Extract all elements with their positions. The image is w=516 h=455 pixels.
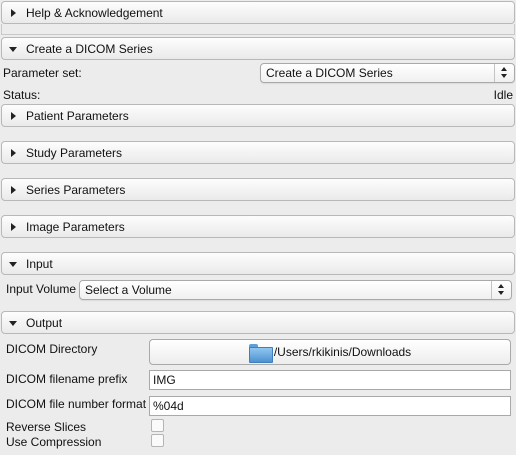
section-input[interactable]: Input — [1, 252, 515, 275]
updown-arrows-icon — [494, 64, 514, 82]
dicom-directory-label: DICOM Directory — [6, 342, 98, 356]
section-image-label: Image Parameters — [26, 219, 125, 234]
collapsed-arrow-icon — [8, 111, 20, 121]
section-help-label: Help & Acknowledgement — [26, 5, 163, 20]
section-image-parameters[interactable]: Image Parameters — [1, 215, 515, 238]
reverse-slices-label: Reverse Slices — [6, 420, 87, 434]
section-patient-label: Patient Parameters — [26, 108, 129, 123]
filename-prefix-value: IMG — [153, 373, 176, 387]
updown-arrows-icon — [491, 281, 511, 299]
parameter-set-select[interactable]: Create a DICOM Series — [260, 63, 515, 83]
section-patient-parameters[interactable]: Patient Parameters — [1, 104, 515, 127]
expanded-arrow-icon — [8, 318, 20, 328]
dicom-directory-value: /Users/rkikinis/Downloads — [273, 345, 412, 359]
collapsed-arrow-icon — [8, 148, 20, 158]
use-compression-checkbox[interactable] — [151, 434, 164, 447]
filename-prefix-field[interactable]: IMG — [149, 370, 511, 390]
section-input-label: Input — [26, 256, 53, 271]
file-number-format-field[interactable]: %04d — [149, 396, 511, 416]
dicom-directory-button[interactable]: /Users/rkikinis/Downloads — [149, 339, 511, 365]
expanded-arrow-icon — [8, 259, 20, 269]
section-study-parameters[interactable]: Study Parameters — [1, 141, 515, 164]
section-output-label: Output — [26, 315, 63, 330]
input-volume-select[interactable]: Select a Volume — [79, 280, 512, 300]
section-series-label: Series Parameters — [26, 182, 126, 197]
status-label: Status: — [3, 88, 41, 102]
help-collapsed-body — [1, 24, 515, 35]
expanded-arrow-icon — [8, 44, 20, 54]
section-help[interactable]: Help & Acknowledgement — [1, 1, 515, 24]
section-output[interactable]: Output — [1, 311, 515, 334]
collapsed-arrow-icon — [8, 185, 20, 195]
reverse-slices-checkbox[interactable] — [151, 419, 164, 432]
collapsed-arrow-icon — [8, 222, 20, 232]
file-number-format-value: %04d — [153, 399, 184, 413]
section-create-dicom-label: Create a DICOM Series — [26, 41, 153, 56]
file-number-format-label: DICOM file number format — [6, 397, 147, 411]
filename-prefix-label: DICOM filename prefix — [6, 372, 128, 386]
section-create-dicom[interactable]: Create a DICOM Series — [1, 37, 515, 60]
section-series-parameters[interactable]: Series Parameters — [1, 178, 515, 201]
parameter-set-value: Create a DICOM Series — [266, 66, 393, 80]
status-value: Idle — [493, 88, 513, 102]
collapsed-arrow-icon — [8, 8, 20, 18]
input-volume-label: Input Volume — [6, 282, 77, 296]
folder-icon — [248, 343, 273, 363]
parameter-set-label: Parameter set: — [3, 66, 82, 80]
input-volume-value: Select a Volume — [85, 283, 172, 297]
use-compression-label: Use Compression — [6, 435, 102, 449]
section-study-label: Study Parameters — [26, 145, 123, 160]
